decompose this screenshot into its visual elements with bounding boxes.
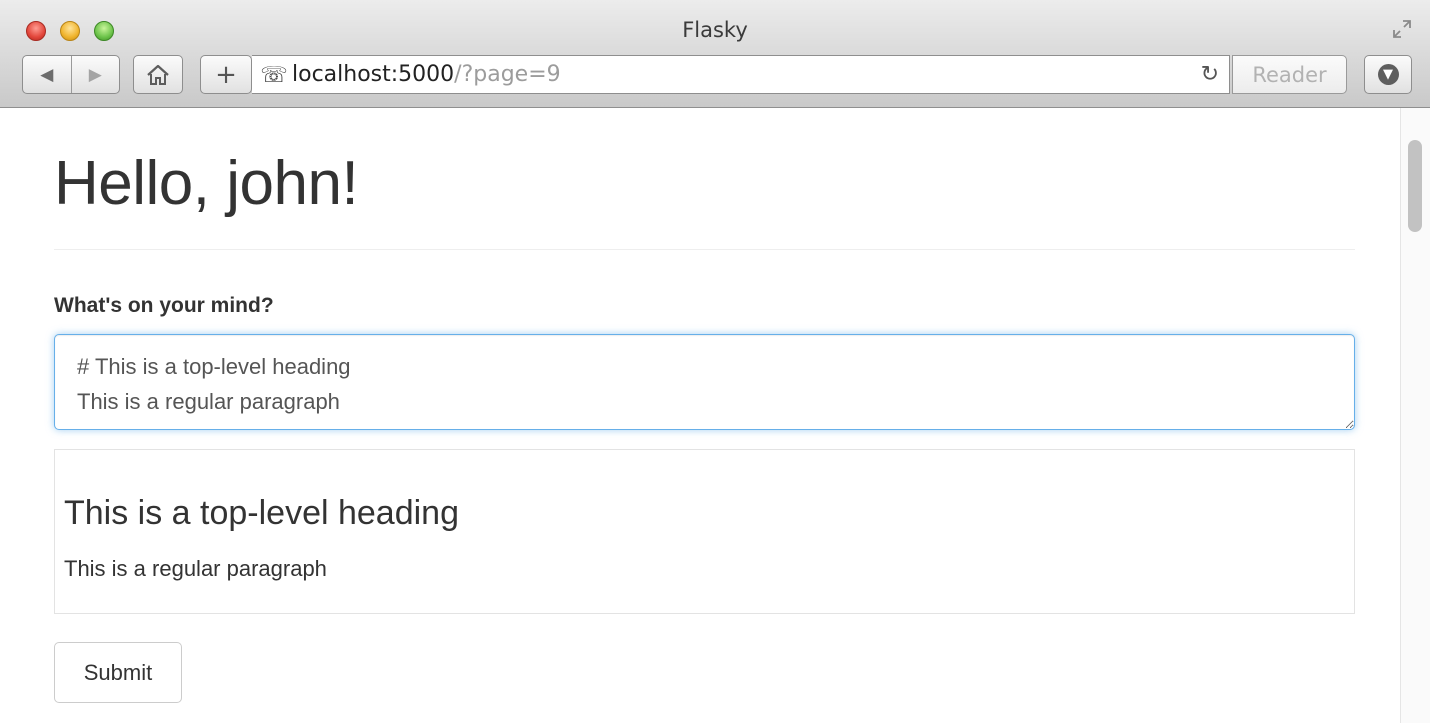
browser-window: Flasky ◀ ▶ + ☏ localhost:5000 /?page=9 ↻… (0, 0, 1430, 723)
forward-button[interactable]: ▶ (71, 56, 119, 93)
post-body-label: What's on your mind? (54, 294, 274, 317)
back-arrow-icon: ◀ (40, 64, 54, 85)
url-host: localhost:5000 (292, 62, 455, 87)
home-icon (147, 64, 169, 85)
downloads-button[interactable]: ▼ (1364, 55, 1412, 94)
forward-arrow-icon: ▶ (88, 64, 102, 85)
window-title: Flasky (682, 18, 748, 42)
site-favicon-icon: ☏ (260, 61, 288, 87)
browser-toolbar: Flasky ◀ ▶ + ☏ localhost:5000 /?page=9 ↻… (0, 0, 1430, 108)
fullscreen-icon[interactable] (1390, 18, 1414, 42)
url-path: /?page=9 (454, 62, 561, 87)
page-title: Hello, john! (54, 149, 359, 218)
title-divider (54, 249, 1355, 250)
markdown-preview: This is a top-level heading This is a re… (54, 449, 1355, 614)
back-forward-group: ◀ ▶ (22, 55, 120, 94)
preview-heading: This is a top-level heading (64, 494, 460, 532)
submit-button[interactable]: Submit (54, 642, 182, 703)
reload-icon[interactable]: ↻ (1201, 61, 1219, 87)
vertical-scrollbar[interactable] (1400, 108, 1430, 723)
address-bar[interactable]: ☏ localhost:5000/?page=9 ↻ (252, 55, 1230, 94)
post-body-textarea[interactable]: # This is a top-level heading This is a … (54, 334, 1355, 430)
plus-icon: + (215, 59, 237, 90)
download-icon: ▼ (1377, 64, 1399, 85)
scrollbar-thumb[interactable] (1408, 140, 1422, 232)
preview-paragraph: This is a regular paragraph (64, 556, 327, 581)
page-content: Hello, john! What's on your mind? # This… (0, 108, 1430, 723)
back-button[interactable]: ◀ (23, 56, 71, 93)
home-button[interactable] (133, 55, 183, 94)
new-tab-button[interactable]: + (200, 55, 252, 94)
reader-button[interactable]: Reader (1232, 55, 1347, 94)
